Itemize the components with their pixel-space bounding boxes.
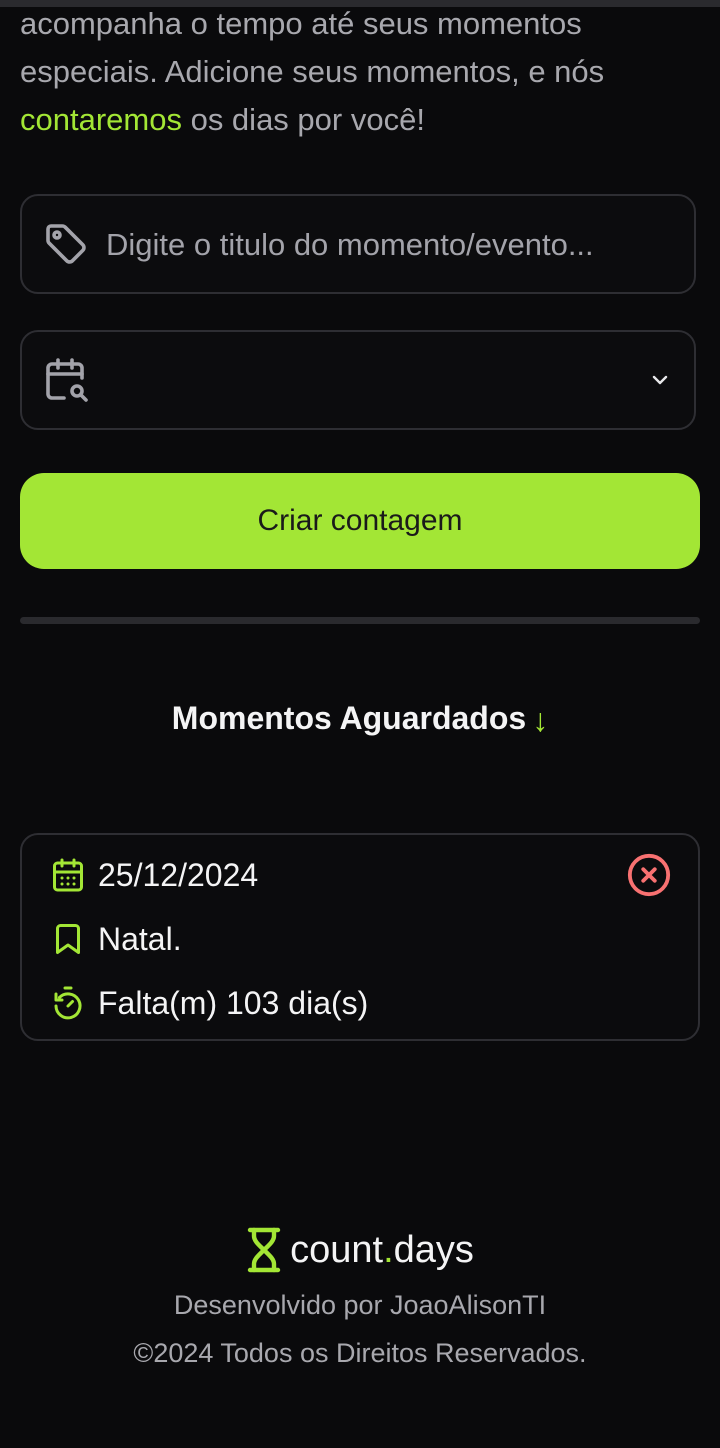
arrow-down-icon: ↓ <box>532 702 549 739</box>
copyright-text: ©2024 Todos os Direitos Reservados. <box>133 1338 587 1368</box>
brand-dot: . <box>383 1228 394 1271</box>
moment-title-row: Natal. <box>50 915 182 963</box>
bookmark-icon <box>56 924 80 954</box>
chevron-down-icon[interactable] <box>648 368 672 392</box>
moment-remaining: Falta(m) 103 dia(s) <box>98 984 369 1021</box>
intro-highlight: contaremos <box>20 102 182 137</box>
section-title-text: Momentos Aguardados <box>171 700 527 736</box>
hourglass-icon <box>247 1227 281 1273</box>
section-divider <box>20 617 700 624</box>
moment-title: Natal. <box>98 920 182 957</box>
intro-line-1: acompanha o tempo até seus momentos <box>20 6 582 41</box>
section-title: Momentos Aguardados ↓ <box>0 700 720 739</box>
tag-icon <box>46 224 86 264</box>
moment-date-row: 25/12/2024 <box>50 851 258 899</box>
brand-name: count <box>290 1228 384 1271</box>
moment-remaining-row: Falta(m) 103 dia(s) <box>50 979 368 1027</box>
create-countdown-button[interactable]: Criar contagem <box>20 473 700 569</box>
brand-logo: count. days <box>0 1226 720 1274</box>
date-field[interactable] <box>20 330 696 430</box>
brand-suffix: days <box>393 1228 474 1271</box>
intro-line-3: os dias por você! <box>181 102 425 137</box>
date-input[interactable] <box>104 332 678 430</box>
intro-text: acompanha o tempo até seus momentos espe… <box>20 0 710 144</box>
delete-moment-button[interactable] <box>626 852 672 898</box>
title-field[interactable] <box>20 194 696 294</box>
timer-icon <box>54 986 82 1020</box>
title-input[interactable] <box>104 196 678 294</box>
developer-credit: Desenvolvido por JoaoAlisonTI <box>173 1290 547 1320</box>
moment-date: 25/12/2024 <box>98 856 259 893</box>
moment-card: 25/12/2024 Natal. Falta(m) 103 dia(s) <box>20 833 700 1041</box>
intro-line-2: especiais. Adicione seus momentos, e nós <box>20 54 605 89</box>
calendar-icon <box>53 858 83 892</box>
calendar-search-icon <box>46 358 88 402</box>
